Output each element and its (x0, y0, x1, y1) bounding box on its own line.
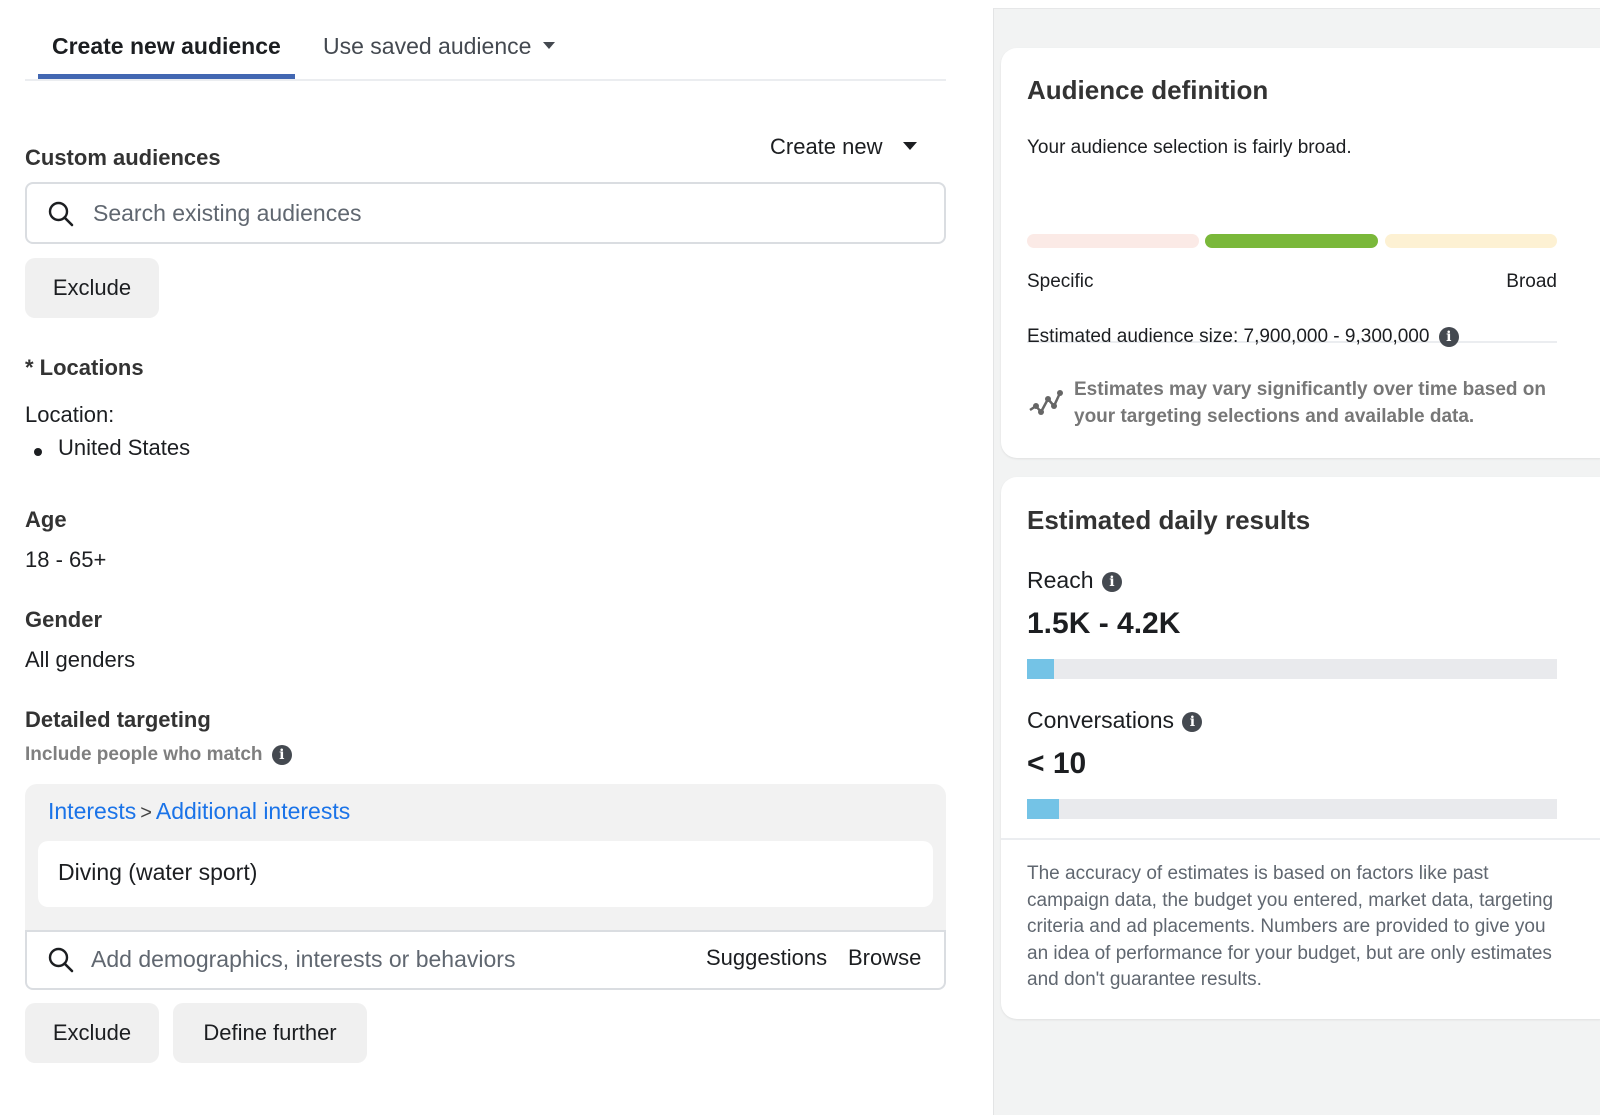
detailed-targeting-title: Detailed targeting (25, 707, 211, 732)
breadcrumb-separator: > (140, 802, 152, 824)
include-people-label: Include people who match i (25, 744, 292, 766)
conversations-label-text: Conversations (1027, 707, 1175, 733)
divider (1001, 838, 1600, 840)
reach-bar (1027, 659, 1557, 679)
breadcrumb-additional-interests[interactable]: Additional interests (156, 798, 350, 824)
selected-interest-label: Diving (water sport) (58, 859, 258, 885)
conversations-value: < 10 (1027, 747, 1087, 780)
audience-summary-panel: Audience definition Your audience select… (993, 8, 1600, 1115)
broad-label: Broad (1506, 271, 1557, 292)
audience-breadth-summary: Your audience selection is fairly broad. (1027, 137, 1352, 158)
breadth-meter-broad (1385, 234, 1557, 248)
conversations-bar-fill (1027, 799, 1059, 819)
button-label: Exclude (52, 1020, 132, 1045)
age-value: 18 - 65+ (25, 547, 107, 572)
estimated-audience-size: Estimated audience size: 7,900,000 - 9,3… (1027, 326, 1459, 348)
detailed-targeting-box: Interests > Additional interests Diving (w… (25, 784, 946, 990)
gender-title: Gender (25, 607, 103, 632)
estimates-disclaimer: The accuracy of estimates is based on fa… (1027, 863, 1554, 990)
reach-value: 1.5K - 4.2K (1027, 607, 1181, 640)
conversations-bar (1027, 799, 1557, 819)
breadth-meter-specific (1027, 234, 1199, 248)
audience-tabs: Create new audience Use saved audience (25, 0, 946, 81)
search-icon (48, 947, 74, 973)
exclude-custom-audience-button[interactable]: Exclude (25, 258, 159, 318)
custom-audiences-title: Custom audiences (25, 145, 221, 170)
info-icon[interactable]: i (271, 744, 292, 765)
breadth-meter-active (1205, 234, 1378, 248)
tab-label: Use saved audience (323, 33, 532, 59)
detailed-targeting-search-input[interactable]: Add demographics, interests or behaviors… (25, 930, 946, 990)
custom-audience-search-input[interactable]: Search existing audiences (25, 182, 946, 244)
locations-title: * Locations (25, 355, 144, 380)
exclude-targeting-button[interactable]: Exclude (25, 1003, 159, 1063)
interest-breadcrumb: Interests > Additional interests (48, 798, 350, 825)
search-placeholder: Search existing audiences (93, 200, 362, 226)
tab-create-new-audience[interactable]: Create new audience (38, 30, 295, 79)
caret-down-icon (902, 142, 917, 151)
audience-editor: Create new audience Use saved audience C… (0, 0, 993, 1115)
estimated-daily-results-card: Estimated daily results Reach i 1.5K - 4… (1001, 477, 1600, 1019)
tab-use-saved-audience[interactable]: Use saved audience (323, 30, 556, 62)
reach-label: Reach i (1027, 567, 1122, 594)
location-item: United States (34, 435, 190, 461)
gender-value: All genders (25, 647, 136, 672)
location-value: United States (58, 435, 191, 460)
audience-definition-title: Audience definition (1027, 75, 1269, 105)
suggestions-button[interactable]: Suggestions (706, 945, 827, 971)
reach-label-text: Reach (1027, 567, 1094, 593)
age-title: Age (25, 507, 67, 532)
define-further-button[interactable]: Define further (173, 1003, 367, 1063)
info-icon[interactable]: i (1438, 326, 1459, 347)
location-label: Location: (25, 402, 115, 427)
reach-bar-fill (1027, 659, 1054, 679)
caret-down-icon (543, 42, 556, 50)
daily-results-title: Estimated daily results (1027, 505, 1311, 535)
info-icon[interactable]: i (1182, 711, 1203, 732)
audience-definition-card: Audience definition Your audience select… (1001, 48, 1600, 458)
create-new-label: Create new (770, 134, 883, 159)
button-label: Exclude (52, 275, 132, 300)
search-icon (48, 201, 74, 227)
tab-label: Create new audience (52, 33, 281, 59)
browse-button[interactable]: Browse (848, 945, 921, 971)
selected-interest[interactable]: Diving (water sport) (38, 841, 933, 907)
include-people-text: Include people who match (25, 744, 263, 765)
audience-size-text: Estimated audience size: 7,900,000 - 9,3… (1027, 326, 1430, 347)
info-icon[interactable]: i (1101, 571, 1122, 592)
conversations-label: Conversations i (1027, 707, 1203, 734)
search-placeholder: Add demographics, interests or behaviors (91, 946, 516, 972)
trend-line-icon (1029, 390, 1063, 415)
estimate-variance-note: Estimates may vary significantly over ti… (1074, 379, 1547, 427)
specific-label: Specific (1027, 271, 1094, 292)
breadcrumb-interests[interactable]: Interests (48, 798, 136, 824)
create-new-dropdown[interactable]: Create new (770, 134, 917, 160)
button-label: Define further (203, 1020, 337, 1045)
